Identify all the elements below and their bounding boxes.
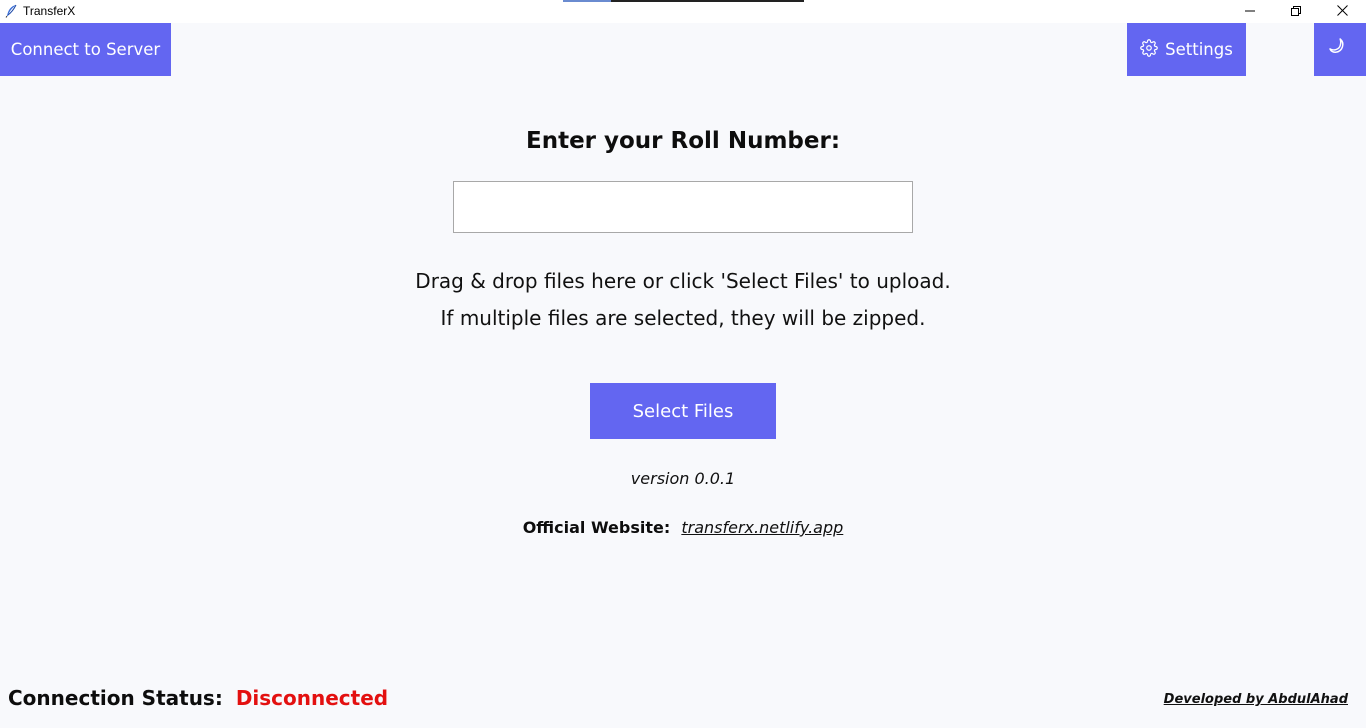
feather-icon [5, 4, 17, 18]
website-row: Official Website: transferx.netlify.app [0, 518, 1366, 537]
connection-status: Connection Status: Disconnected [8, 686, 388, 710]
drag-indicator-accent [563, 0, 611, 2]
moon-icon [1329, 37, 1351, 63]
select-files-button[interactable]: Select Files [590, 383, 776, 439]
theme-toggle-button[interactable] [1314, 23, 1366, 76]
window-title: TransferX [23, 4, 76, 18]
connect-server-button[interactable]: Connect to Server [0, 23, 171, 76]
version-text: version 0.0.1 [630, 469, 736, 488]
website-link[interactable]: transferx.netlify.app [681, 518, 843, 537]
minimize-icon [1245, 3, 1255, 21]
developer-credit[interactable]: Developed by AbdulAhad [1164, 692, 1348, 707]
restore-button[interactable] [1273, 0, 1319, 23]
settings-label: Settings [1165, 40, 1233, 59]
title-bar: TransferX [0, 0, 1366, 23]
website-label: Official Website: [522, 518, 671, 537]
minimize-button[interactable] [1227, 0, 1273, 23]
close-icon [1336, 3, 1348, 21]
upload-hint-line1: Drag & drop files here or click 'Select … [415, 269, 951, 293]
gear-icon [1140, 38, 1158, 61]
upload-hint-line2: If multiple files are selected, they wil… [440, 306, 926, 330]
close-button[interactable] [1319, 0, 1365, 23]
restore-icon [1291, 3, 1301, 21]
roll-number-input[interactable] [453, 181, 913, 233]
settings-button[interactable]: Settings [1127, 23, 1246, 76]
status-label: Connection Status: [8, 686, 223, 710]
status-value: Disconnected [235, 686, 389, 710]
roll-number-heading: Enter your Roll Number: [525, 128, 841, 154]
